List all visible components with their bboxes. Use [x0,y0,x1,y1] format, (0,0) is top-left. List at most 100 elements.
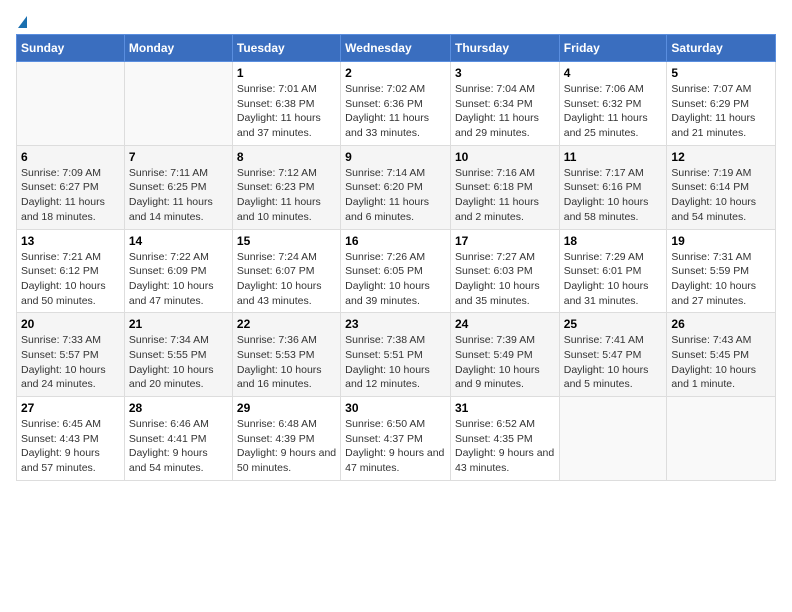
day-number: 25 [564,317,663,331]
header-day-tuesday: Tuesday [232,35,340,62]
day-number: 24 [455,317,555,331]
calendar-day-cell: 15Sunrise: 7:24 AMSunset: 6:07 PMDayligh… [232,229,340,313]
day-info: Sunrise: 7:41 AMSunset: 5:47 PMDaylight:… [564,333,663,392]
calendar-day-cell: 14 Sunrise: 7:22 AMSunset: 6:09 PMDayligh… [124,229,232,313]
day-number: 29 [237,401,336,415]
logo-triangle-icon [18,16,27,28]
day-info: Sunrise: 7:16 AMSunset: 6:18 PMDaylight:… [455,166,555,225]
day-number: 13 [21,234,120,248]
day-number: 21 [129,317,228,331]
day-number: 14 [129,234,228,248]
calendar-day-cell [559,397,667,481]
day-number: 19 [671,234,771,248]
calendar-day-cell: 7 Sunrise: 7:11 AMSunset: 6:25 PMDaylight… [124,145,232,229]
header-day-wednesday: Wednesday [341,35,451,62]
calendar-day-cell: 5Sunrise: 7:07 AMSunset: 6:29 PMDaylight… [667,62,776,146]
calendar-day-cell [17,62,125,146]
day-info: Sunrise: 7:39 AMSunset: 5:49 PMDaylight:… [455,333,555,392]
day-info: Sunrise: 7:06 AMSunset: 6:32 PMDaylight:… [564,82,663,141]
calendar-day-cell: 6 Sunrise: 7:09 AMSunset: 6:27 PMDaylight… [17,145,125,229]
day-info: Sunrise: 7:34 AMSunset: 5:55 PMDaylight:… [129,333,228,392]
day-number: 4 [564,66,663,80]
calendar-day-cell: 25 Sunrise: 7:41 AMSunset: 5:47 PMDayligh… [559,313,667,397]
day-info: Sunrise: 7:38 AMSunset: 5:51 PMDaylight:… [345,333,446,392]
day-info: Sunrise: 6:52 AMSunset: 4:35 PMDaylight:… [455,417,555,476]
header-day-friday: Friday [559,35,667,62]
day-number: 30 [345,401,446,415]
day-number: 1 [237,66,336,80]
day-number: 26 [671,317,771,331]
calendar-day-cell: 26 Sunrise: 7:43 AMSunset: 5:45 PMDayligh… [667,313,776,397]
calendar-day-cell [124,62,232,146]
calendar-day-cell: 11 Sunrise: 7:17 AMSunset: 6:16 PMDayligh… [559,145,667,229]
calendar-header-row: SundayMondayTuesdayWednesdayThursdayFrid… [17,35,776,62]
calendar-day-cell: 28 Sunrise: 6:46 AMSunset: 4:41 PMDayligh… [124,397,232,481]
calendar-day-cell: 29 Sunrise: 6:48 AMSunset: 4:39 PMDayligh… [232,397,340,481]
day-info: Sunrise: 7:31 AMSunset: 5:59 PMDaylight:… [671,250,771,309]
calendar-day-cell: 4 Sunrise: 7:06 AMSunset: 6:32 PMDaylight… [559,62,667,146]
day-number: 11 [564,150,663,164]
calendar-day-cell: 13Sunrise: 7:21 AMSunset: 6:12 PMDayligh… [17,229,125,313]
day-number: 3 [455,66,555,80]
calendar-day-cell: 16Sunrise: 7:26 AMSunset: 6:05 PMDayligh… [341,229,451,313]
day-number: 2 [345,66,446,80]
day-info: Sunrise: 7:04 AMSunset: 6:34 PMDaylight:… [455,82,555,141]
day-number: 8 [237,150,336,164]
day-info: Sunrise: 7:01 AMSunset: 6:38 PMDaylight:… [237,82,336,141]
calendar-day-cell: 20Sunrise: 7:33 AMSunset: 5:57 PMDayligh… [17,313,125,397]
header-day-thursday: Thursday [450,35,559,62]
logo [16,16,27,26]
day-number: 12 [671,150,771,164]
calendar-day-cell: 19 Sunrise: 7:31 AMSunset: 5:59 PMDayligh… [667,229,776,313]
day-info: Sunrise: 7:14 AMSunset: 6:20 PMDaylight:… [345,166,446,225]
day-info: Sunrise: 7:17 AMSunset: 6:16 PMDaylight:… [564,166,663,225]
calendar-week-row: 27 Sunrise: 6:45 AMSunset: 4:43 PMDayligh… [17,397,776,481]
day-info: Sunrise: 6:50 AMSunset: 4:37 PMDaylight:… [345,417,446,476]
day-info: Sunrise: 7:19 AMSunset: 6:14 PMDaylight:… [671,166,771,225]
day-info: Sunrise: 7:02 AMSunset: 6:36 PMDaylight:… [345,82,446,141]
day-number: 9 [345,150,446,164]
calendar-day-cell: 31 Sunrise: 6:52 AMSunset: 4:35 PMDayligh… [450,397,559,481]
day-info: Sunrise: 7:24 AMSunset: 6:07 PMDaylight:… [237,250,336,309]
day-info: Sunrise: 7:09 AMSunset: 6:27 PMDaylight:… [21,166,120,225]
day-info: Sunrise: 7:27 AMSunset: 6:03 PMDaylight:… [455,250,555,309]
calendar-table: SundayMondayTuesdayWednesdayThursdayFrid… [16,34,776,481]
day-number: 28 [129,401,228,415]
day-number: 31 [455,401,555,415]
day-number: 27 [21,401,120,415]
day-number: 7 [129,150,228,164]
calendar-day-cell: 2 Sunrise: 7:02 AMSunset: 6:36 PMDaylight… [341,62,451,146]
day-number: 6 [21,150,120,164]
day-info: Sunrise: 6:46 AMSunset: 4:41 PMDaylight:… [129,417,228,476]
calendar-day-cell: 1 Sunrise: 7:01 AMSunset: 6:38 PMDaylight… [232,62,340,146]
calendar-day-cell: 12 Sunrise: 7:19 AMSunset: 6:14 PMDayligh… [667,145,776,229]
calendar-day-cell [667,397,776,481]
calendar-day-cell: 10Sunrise: 7:16 AMSunset: 6:18 PMDayligh… [450,145,559,229]
day-info: Sunrise: 7:29 AMSunset: 6:01 PMDaylight:… [564,250,663,309]
header-day-sunday: Sunday [17,35,125,62]
calendar-day-cell: 22Sunrise: 7:36 AMSunset: 5:53 PMDayligh… [232,313,340,397]
day-info: Sunrise: 7:43 AMSunset: 5:45 PMDaylight:… [671,333,771,392]
day-number: 16 [345,234,446,248]
day-info: Sunrise: 6:48 AMSunset: 4:39 PMDaylight:… [237,417,336,476]
calendar-day-cell: 27 Sunrise: 6:45 AMSunset: 4:43 PMDayligh… [17,397,125,481]
day-number: 23 [345,317,446,331]
calendar-week-row: 1 Sunrise: 7:01 AMSunset: 6:38 PMDaylight… [17,62,776,146]
day-info: Sunrise: 7:33 AMSunset: 5:57 PMDaylight:… [21,333,120,392]
calendar-day-cell: 9 Sunrise: 7:14 AMSunset: 6:20 PMDaylight… [341,145,451,229]
day-info: Sunrise: 7:07 AMSunset: 6:29 PMDaylight:… [671,82,771,141]
day-info: Sunrise: 7:12 AMSunset: 6:23 PMDaylight:… [237,166,336,225]
header-day-monday: Monday [124,35,232,62]
calendar-week-row: 13Sunrise: 7:21 AMSunset: 6:12 PMDayligh… [17,229,776,313]
day-info: Sunrise: 6:45 AMSunset: 4:43 PMDaylight:… [21,417,120,476]
day-info: Sunrise: 7:22 AMSunset: 6:09 PMDaylight:… [129,250,228,309]
calendar-week-row: 20Sunrise: 7:33 AMSunset: 5:57 PMDayligh… [17,313,776,397]
calendar-day-cell: 23 Sunrise: 7:38 AMSunset: 5:51 PMDayligh… [341,313,451,397]
calendar-day-cell: 24 Sunrise: 7:39 AMSunset: 5:49 PMDayligh… [450,313,559,397]
calendar-day-cell: 17Sunrise: 7:27 AMSunset: 6:03 PMDayligh… [450,229,559,313]
calendar-day-cell: 8 Sunrise: 7:12 AMSunset: 6:23 PMDaylight… [232,145,340,229]
day-number: 22 [237,317,336,331]
calendar-day-cell: 18Sunrise: 7:29 AMSunset: 6:01 PMDayligh… [559,229,667,313]
calendar-week-row: 6 Sunrise: 7:09 AMSunset: 6:27 PMDaylight… [17,145,776,229]
day-info: Sunrise: 7:11 AMSunset: 6:25 PMDaylight:… [129,166,228,225]
